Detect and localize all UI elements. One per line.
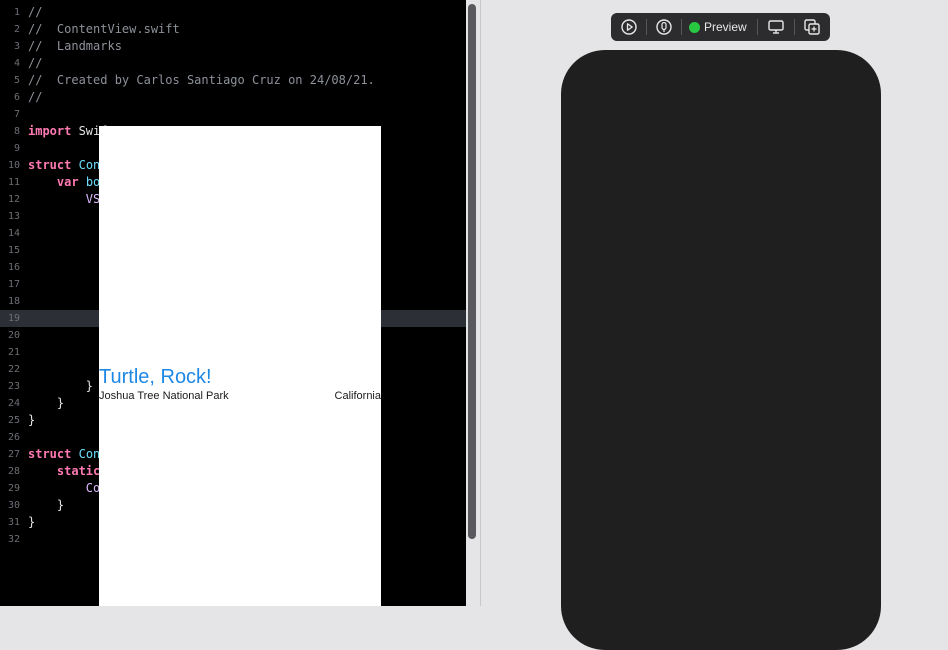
code-text: } [28, 412, 35, 429]
code-token: // [28, 5, 43, 19]
line-number: 14 [7, 228, 20, 239]
line-number: 30 [7, 500, 20, 511]
code-token: // [28, 56, 43, 70]
code-line[interactable]: 4 // [0, 55, 466, 72]
toolbar-separator [681, 19, 682, 35]
line-number: 32 [7, 534, 20, 545]
line-number: 8 [13, 126, 20, 137]
preview-status[interactable]: Preview [689, 19, 747, 35]
line-number: 18 [7, 296, 20, 307]
code-token: } [28, 515, 36, 529]
preview-canvas: Preview [481, 0, 948, 650]
preview-toolbar: Preview [611, 13, 830, 41]
code-token: } [28, 413, 36, 427]
line-number: 22 [7, 364, 20, 375]
code-token: } [28, 498, 65, 512]
code-text: // [28, 4, 42, 21]
code-line[interactable]: 2 // ContentView.swift [0, 21, 466, 38]
preview-label: Preview [704, 20, 747, 34]
play-circle-icon[interactable] [619, 17, 639, 37]
code-token: } [28, 379, 94, 393]
duplicate-icon[interactable] [802, 17, 822, 37]
code-token: import [28, 124, 72, 138]
line-number: 31 [7, 517, 20, 528]
line-number: 9 [13, 143, 20, 154]
code-token: } [28, 396, 65, 410]
code-token: // [28, 90, 43, 104]
line-number: 26 [7, 432, 20, 443]
line-number: 24 [7, 398, 20, 409]
line-number: 29 [7, 483, 20, 494]
code-text: } [28, 395, 64, 412]
code-text: } [28, 378, 93, 395]
code-token: // Created by Carlos Santiago Cruz on 24… [28, 73, 375, 87]
pin-icon[interactable] [654, 17, 674, 37]
code-text: // Landmarks [28, 38, 122, 55]
device-screen: Turtle, Rock! Joshua Tree National Park … [99, 126, 381, 606]
code-text: // [28, 89, 42, 106]
code-token: // ContentView.swift [28, 22, 180, 36]
device-settings-icon[interactable] [766, 17, 786, 37]
code-text: } [28, 514, 35, 531]
line-number: 25 [7, 415, 20, 426]
preview-state: California [334, 390, 381, 402]
code-line[interactable]: 3 // Landmarks [0, 38, 466, 55]
line-number: 13 [7, 211, 20, 222]
line-number: 16 [7, 262, 20, 273]
line-number: 20 [7, 330, 20, 341]
code-text: // ContentView.swift [28, 21, 180, 38]
code-text: // [28, 55, 42, 72]
line-number: 28 [7, 466, 20, 477]
line-number: 11 [7, 177, 20, 188]
line-number: 5 [13, 75, 20, 86]
code-token: var [56, 175, 79, 189]
toolbar-separator [646, 19, 647, 35]
line-number: 15 [7, 245, 20, 256]
code-line[interactable]: 7 [0, 106, 466, 123]
line-number: 4 [13, 58, 20, 69]
code-line[interactable]: 5 // Created by Carlos Santiago Cruz on 2… [0, 72, 466, 89]
line-number: 10 [7, 160, 20, 171]
line-number: 6 [13, 92, 20, 103]
line-number: 27 [7, 449, 20, 460]
code-token: struct [28, 447, 72, 461]
code-text: } [28, 497, 64, 514]
code-text: // Created by Carlos Santiago Cruz on 24… [28, 72, 375, 89]
toolbar-separator [757, 19, 758, 35]
editor-scrollbar[interactable] [468, 4, 476, 539]
preview-title: Turtle, Rock! [99, 366, 212, 388]
device-frame [561, 50, 881, 650]
line-number: 21 [7, 347, 20, 358]
line-number: 12 [7, 194, 20, 205]
line-number: 2 [13, 24, 20, 35]
code-token: // Landmarks [28, 39, 122, 53]
line-number: 1 [13, 7, 20, 18]
code-line[interactable]: 6 // [0, 89, 466, 106]
status-dot [689, 21, 700, 33]
line-number: 7 [13, 109, 20, 120]
preview-park-name: Joshua Tree National Park [99, 390, 229, 402]
code-token: struct [28, 158, 72, 172]
line-number: 17 [7, 279, 20, 290]
code-line[interactable]: 1 // [0, 4, 466, 21]
line-number: 23 [7, 381, 20, 392]
code-token: static [56, 464, 101, 478]
line-number: 3 [13, 41, 20, 52]
toolbar-separator [794, 19, 795, 35]
line-number: 19 [7, 313, 20, 324]
